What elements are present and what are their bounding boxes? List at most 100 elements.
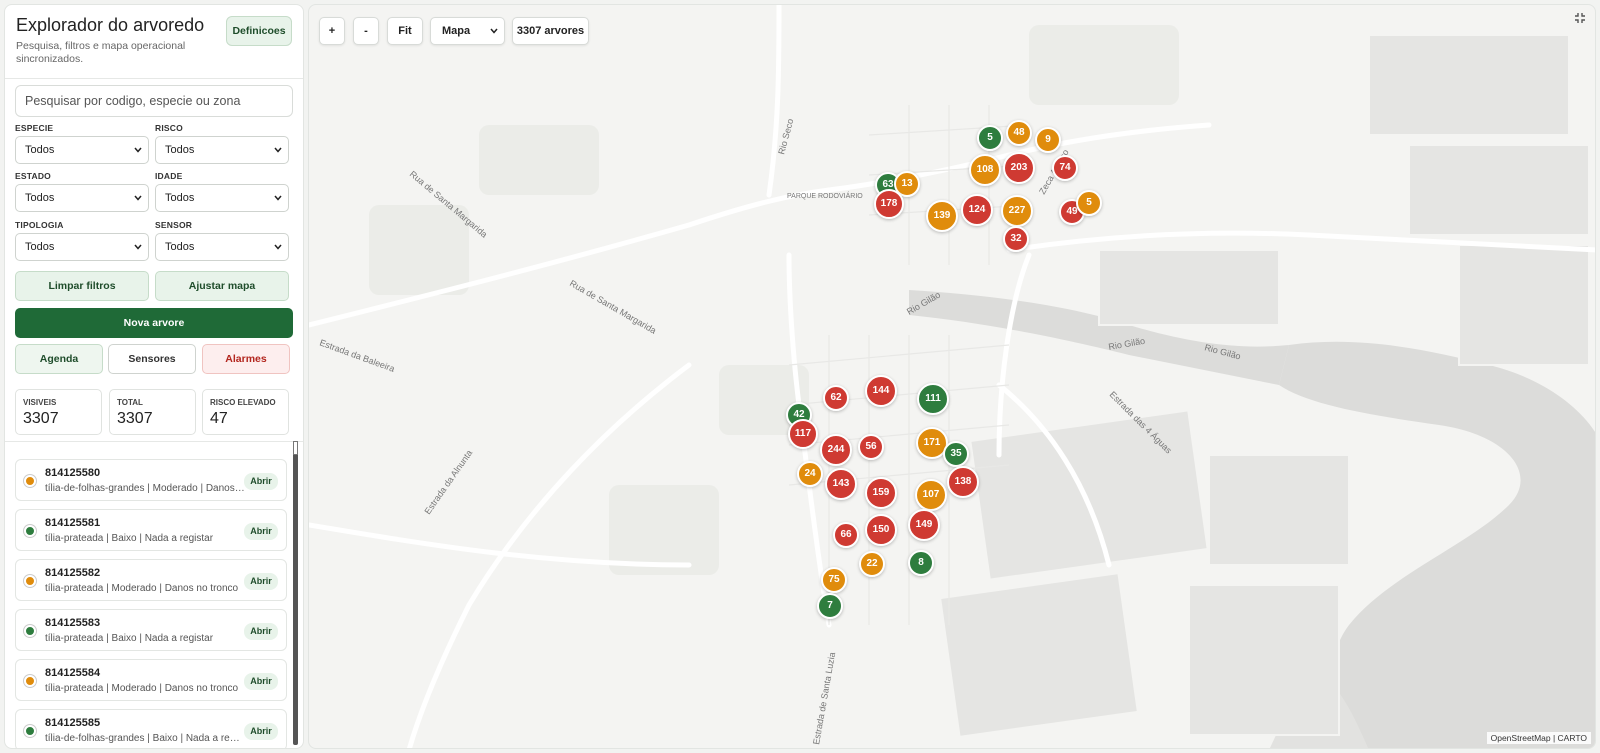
list-item[interactable]: 814125583 tília-prateada | Baixo | Nada … bbox=[15, 609, 287, 651]
list-item[interactable]: 814125580 tília-de-folhas-grandes | Mode… bbox=[15, 459, 287, 501]
water-label-rio-seco: Rio Seco bbox=[776, 118, 795, 156]
cluster-marker[interactable]: 107 bbox=[915, 479, 947, 511]
tree-list[interactable]: 814125580 tília-de-folhas-grandes | Mode… bbox=[5, 441, 303, 748]
cluster-marker[interactable]: 22 bbox=[859, 551, 885, 577]
cluster-marker[interactable]: 75 bbox=[821, 567, 847, 593]
open-button[interactable]: Abrir bbox=[244, 473, 278, 490]
map-view[interactable]: Rua de Santa Margarida Rua de Santa Marg… bbox=[308, 4, 1596, 749]
filter-select-especie[interactable]: Todos bbox=[15, 136, 149, 164]
page-subtitle: Pesquisa, filtros e mapa operacional sin… bbox=[16, 40, 186, 65]
settings-button[interactable]: Definicoes bbox=[226, 16, 292, 46]
cluster-marker[interactable]: 111 bbox=[917, 383, 949, 415]
layer-select[interactable]: Mapa bbox=[430, 17, 505, 45]
filter-label-tipologia: TIPOLOGIA bbox=[15, 220, 64, 230]
cluster-marker[interactable]: 62 bbox=[823, 385, 849, 411]
open-button[interactable]: Abrir bbox=[244, 573, 278, 590]
cluster-marker[interactable]: 138 bbox=[947, 466, 979, 498]
cluster-marker[interactable]: 32 bbox=[1003, 226, 1029, 252]
sensors-button[interactable]: Sensores bbox=[108, 344, 196, 374]
open-button[interactable]: Abrir bbox=[244, 523, 278, 540]
tree-description: tília-de-folhas-grandes | Baixo | Nada a… bbox=[45, 733, 245, 744]
list-item[interactable]: 814125582 tília-prateada | Moderado | Da… bbox=[15, 559, 287, 601]
search-input[interactable]: Pesquisar por codigo, especie ou zona bbox=[15, 85, 293, 117]
cluster-marker[interactable]: 24 bbox=[797, 461, 823, 487]
clear-filters-button[interactable]: Limpar filtros bbox=[15, 271, 149, 301]
chevron-down-icon bbox=[134, 147, 142, 153]
list-item[interactable]: 814125581 tília-prateada | Baixo | Nada … bbox=[15, 509, 287, 551]
cluster-marker[interactable]: 8 bbox=[908, 550, 934, 576]
zoom-out-button[interactable]: - bbox=[353, 17, 379, 45]
scrollbar-up-arrow[interactable] bbox=[293, 441, 298, 455]
collapse-icon[interactable] bbox=[1573, 11, 1587, 25]
cluster-marker[interactable]: 74 bbox=[1052, 155, 1078, 181]
alarms-button[interactable]: Alarmes bbox=[202, 344, 290, 374]
chevron-down-icon bbox=[134, 195, 142, 201]
open-button[interactable]: Abrir bbox=[244, 673, 278, 690]
cluster-marker[interactable]: 7 bbox=[817, 593, 843, 619]
status-dot bbox=[24, 625, 36, 637]
cluster-marker[interactable]: 159 bbox=[865, 477, 897, 509]
cluster-marker[interactable]: 227 bbox=[1001, 195, 1033, 227]
chevron-down-icon bbox=[274, 147, 282, 153]
cluster-marker[interactable]: 178 bbox=[874, 189, 904, 219]
cluster-marker[interactable]: 9 bbox=[1035, 127, 1061, 153]
filter-label-especie: ESPECIE bbox=[15, 123, 54, 133]
cluster-marker[interactable]: 35 bbox=[943, 441, 969, 467]
cluster-marker[interactable]: 203 bbox=[1003, 152, 1035, 184]
fit-button[interactable]: Fit bbox=[387, 17, 423, 45]
chevron-down-icon bbox=[274, 244, 282, 250]
stat-value: 3307 bbox=[23, 410, 59, 427]
filter-select-idade[interactable]: Todos bbox=[155, 184, 289, 212]
stat-visible: VISIVEIS 3307 bbox=[15, 389, 102, 435]
cluster-marker[interactable]: 144 bbox=[865, 375, 897, 407]
filter-select-estado[interactable]: Todos bbox=[15, 184, 149, 212]
tree-code: 814125583 bbox=[45, 617, 101, 629]
list-item[interactable]: 814125585 tília-de-folhas-grandes | Baix… bbox=[15, 709, 287, 748]
cluster-marker[interactable]: 149 bbox=[908, 509, 940, 541]
tree-code: 814125584 bbox=[45, 667, 101, 679]
stat-high-risk: RISCO ELEVADO 47 bbox=[202, 389, 289, 435]
status-dot bbox=[24, 575, 36, 587]
filter-value: Todos bbox=[25, 192, 55, 204]
tree-description: tília-prateada | Moderado | Danos no tro… bbox=[45, 583, 239, 594]
cluster-marker[interactable]: 124 bbox=[961, 194, 993, 226]
chevron-down-icon bbox=[134, 244, 142, 250]
cluster-marker[interactable]: 139 bbox=[926, 200, 958, 232]
cluster-marker[interactable]: 143 bbox=[825, 468, 857, 500]
chevron-down-icon bbox=[490, 28, 498, 34]
open-button[interactable]: Abrir bbox=[244, 723, 278, 740]
filter-value: Todos bbox=[165, 192, 195, 204]
filter-value: Todos bbox=[165, 241, 195, 253]
tree-code: 814125580 bbox=[45, 467, 101, 479]
new-tree-button[interactable]: Nova arvore bbox=[15, 308, 293, 338]
cluster-marker[interactable]: 48 bbox=[1006, 120, 1032, 146]
list-scrollbar[interactable] bbox=[293, 445, 298, 745]
zoom-in-button[interactable]: + bbox=[319, 17, 345, 45]
filter-select-sensor[interactable]: Todos bbox=[155, 233, 289, 261]
cluster-marker[interactable]: 150 bbox=[865, 514, 897, 546]
cluster-marker[interactable]: 5 bbox=[977, 125, 1003, 151]
stat-label: VISIVEIS bbox=[23, 398, 57, 407]
cluster-marker[interactable]: 5 bbox=[1076, 190, 1102, 216]
cluster-marker[interactable]: 244 bbox=[820, 434, 852, 466]
map-attribution[interactable]: OpenStreetMap | CARTO bbox=[1486, 732, 1591, 744]
tree-code: 814125585 bbox=[45, 717, 101, 729]
cluster-marker[interactable]: 108 bbox=[969, 154, 1001, 186]
filter-select-risco[interactable]: Todos bbox=[155, 136, 289, 164]
list-item[interactable]: 814125584 tília-prateada | Moderado | Da… bbox=[15, 659, 287, 701]
status-dot bbox=[24, 475, 36, 487]
cluster-marker[interactable]: 117 bbox=[788, 419, 818, 449]
fit-map-button[interactable]: Ajustar mapa bbox=[155, 271, 289, 301]
cluster-marker[interactable]: 66 bbox=[833, 522, 859, 548]
sidebar: Explorador do arvoredo Pesquisa, filtros… bbox=[4, 4, 304, 749]
cluster-marker[interactable]: 56 bbox=[858, 434, 884, 460]
tree-description: tília-prateada | Baixo | Nada a registar bbox=[45, 633, 214, 644]
agenda-button[interactable]: Agenda bbox=[15, 344, 103, 374]
sidebar-header: Explorador do arvoredo Pesquisa, filtros… bbox=[5, 5, 303, 79]
filter-select-tipologia[interactable]: Todos bbox=[15, 233, 149, 261]
stat-label: RISCO ELEVADO bbox=[210, 398, 276, 407]
chevron-down-icon bbox=[274, 195, 282, 201]
filter-value: Todos bbox=[25, 241, 55, 253]
place-label-parque: PARQUE RODOVIÁRIO bbox=[787, 191, 863, 200]
open-button[interactable]: Abrir bbox=[244, 623, 278, 640]
